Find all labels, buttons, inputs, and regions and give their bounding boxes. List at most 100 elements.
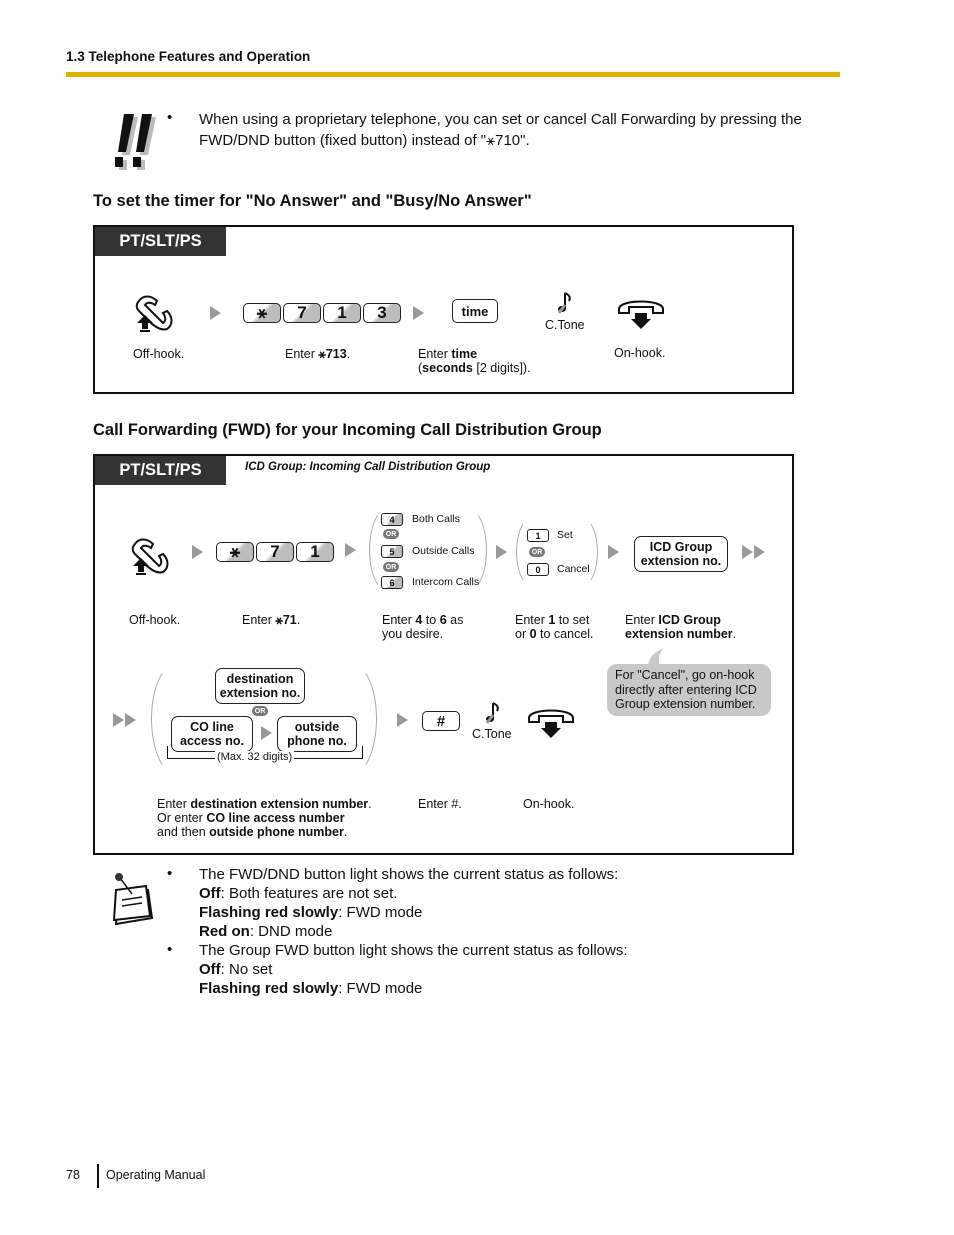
or-badge: OR — [383, 562, 399, 572]
step-arrow — [413, 306, 424, 320]
status-row: Flashing red slowly: FWD mode — [199, 979, 628, 998]
key-6: 6 — [381, 576, 403, 589]
caption-bold: CO line access number — [206, 811, 345, 825]
key-hash: # — [422, 711, 460, 731]
box-line: outside — [294, 720, 340, 734]
music-note-icon — [485, 702, 499, 724]
caption-bold: ICD Group — [658, 613, 721, 627]
double-exclamation-icon — [115, 114, 156, 170]
icd-group-extension-box: ICD Group extension no. — [634, 536, 728, 572]
key-sequence: ⚹ 7 1 — [216, 542, 334, 562]
onhook-handset-icon — [618, 300, 664, 329]
status-row: Off: Both features are not set. — [199, 884, 618, 903]
notes-list: • The FWD/DND button light shows the cur… — [167, 865, 628, 998]
caption-bold: 6 — [439, 613, 447, 627]
caption-offhook: Off-hook. — [129, 613, 181, 627]
caption-set-cancel: Enter 1 to set or 0 to cancel. — [515, 613, 594, 641]
caption-enter-code: Enter ⚹713. — [285, 347, 350, 361]
key-0-cancel: 0 — [527, 563, 549, 576]
caption-text: you desire. — [382, 627, 444, 641]
caption-enter-time: Enter time (seconds [2 digits]). — [418, 347, 531, 375]
box-line: ICD Group — [649, 540, 713, 554]
caption-bold: time — [451, 347, 478, 361]
note-text: The Group FWD button light shows the cur… — [199, 942, 628, 959]
continue-double-arrow — [742, 545, 765, 559]
status-desc: : FWD mode — [338, 904, 423, 921]
section-title-icd-fwd: Call Forwarding (FWD) for your Incoming … — [93, 421, 602, 439]
device-tag: PT/SLT/PS — [95, 227, 226, 256]
status-label: Flashing red slowly — [199, 904, 339, 921]
confirmation-tone-label: C.Tone — [472, 727, 512, 741]
offhook-handset-icon — [131, 538, 169, 575]
option-set: Set — [557, 529, 573, 541]
status-label: Off — [199, 885, 221, 902]
caption-text: Enter — [382, 613, 416, 627]
caption-enter-code: Enter ⚹71. — [242, 613, 300, 627]
continue-double-arrow — [113, 713, 136, 727]
key-1: 1 — [296, 542, 334, 562]
key-7: 7 — [283, 303, 321, 323]
caption-text: . — [368, 797, 372, 811]
box-line: extension no. — [640, 554, 722, 568]
music-note-icon — [557, 292, 571, 314]
caption-text: Enter — [242, 613, 276, 627]
manual-name: Operating Manual — [106, 1168, 206, 1182]
option-both-calls: Both Calls — [412, 513, 460, 525]
caption-text: and then — [157, 825, 210, 839]
caption-text: Enter — [285, 347, 319, 361]
step-arrow — [210, 306, 221, 320]
status-desc: : DND mode — [249, 923, 333, 940]
note-text: The FWD/DND button light shows the curre… — [199, 866, 619, 883]
or-badge: OR — [252, 706, 268, 716]
step-arrow — [345, 543, 356, 557]
option-cancel: Cancel — [557, 563, 590, 575]
status-row: Red on: DND mode — [199, 922, 618, 941]
caption-text: . — [732, 627, 737, 641]
procedure-panel-icd-fwd: PT/SLT/PS ICD Group: Incoming Call Distr… — [93, 454, 794, 855]
status-label: Red on — [199, 923, 250, 940]
note-item: • The FWD/DND button light shows the cur… — [167, 865, 628, 941]
caption-offhook: Off-hook. — [133, 347, 185, 361]
caption-choice: Enter 4 to 6 as you desire. — [382, 613, 463, 641]
status-desc: : No set — [220, 961, 273, 978]
caption-text: Enter — [515, 613, 549, 627]
cancel-tip-bubble: For "Cancel", go on-hook directly after … — [607, 664, 771, 716]
step-arrow — [397, 713, 408, 727]
note-body: The Group FWD button light shows the cur… — [199, 941, 628, 998]
key-1: 1 — [323, 303, 361, 323]
caption-onhook: On-hook. — [523, 797, 575, 811]
onhook-handset-icon — [528, 709, 574, 738]
step-arrow — [608, 545, 619, 559]
memo-note-icon — [112, 873, 154, 926]
bullet: • — [167, 109, 173, 126]
page-number: 78 — [66, 1168, 80, 1182]
box-line: extension no. — [219, 686, 301, 700]
option-intercom-calls: Intercom Calls — [412, 576, 480, 588]
caption-text: Or enter — [157, 811, 207, 825]
caption-bold: 0 — [529, 627, 537, 641]
caption-text: [2 digits]). — [472, 361, 531, 375]
caption-text: Enter — [418, 347, 452, 361]
caption-enter-hash: Enter #. — [418, 797, 462, 811]
caption-text: . — [346, 347, 351, 361]
notice-text: When using a proprietary telephone, you … — [199, 111, 802, 149]
step-arrow — [261, 726, 272, 740]
caption-text: or — [515, 627, 530, 641]
key-star: ⚹ — [243, 303, 281, 323]
caption-bold: seconds — [422, 361, 473, 375]
key-sequence: ⚹ 7 1 3 — [243, 303, 401, 323]
status-label: Off — [199, 961, 221, 978]
status-desc: : FWD mode — [338, 980, 423, 997]
caption-text: . — [296, 613, 301, 627]
or-badge: OR — [383, 529, 399, 539]
caption-code: ⚹71 — [275, 613, 297, 627]
key-star: ⚹ — [216, 542, 254, 562]
box-line: destination — [226, 672, 294, 686]
key-5: 5 — [381, 545, 403, 558]
caption-bold: outside phone number — [209, 825, 344, 839]
status-label: Flashing red slowly — [199, 980, 339, 997]
caption-bold: destination extension number — [190, 797, 369, 811]
status-row: Flashing red slowly: FWD mode — [199, 903, 618, 922]
key-4: 4 — [381, 513, 403, 526]
option-outside-calls: Outside Calls — [412, 545, 475, 557]
